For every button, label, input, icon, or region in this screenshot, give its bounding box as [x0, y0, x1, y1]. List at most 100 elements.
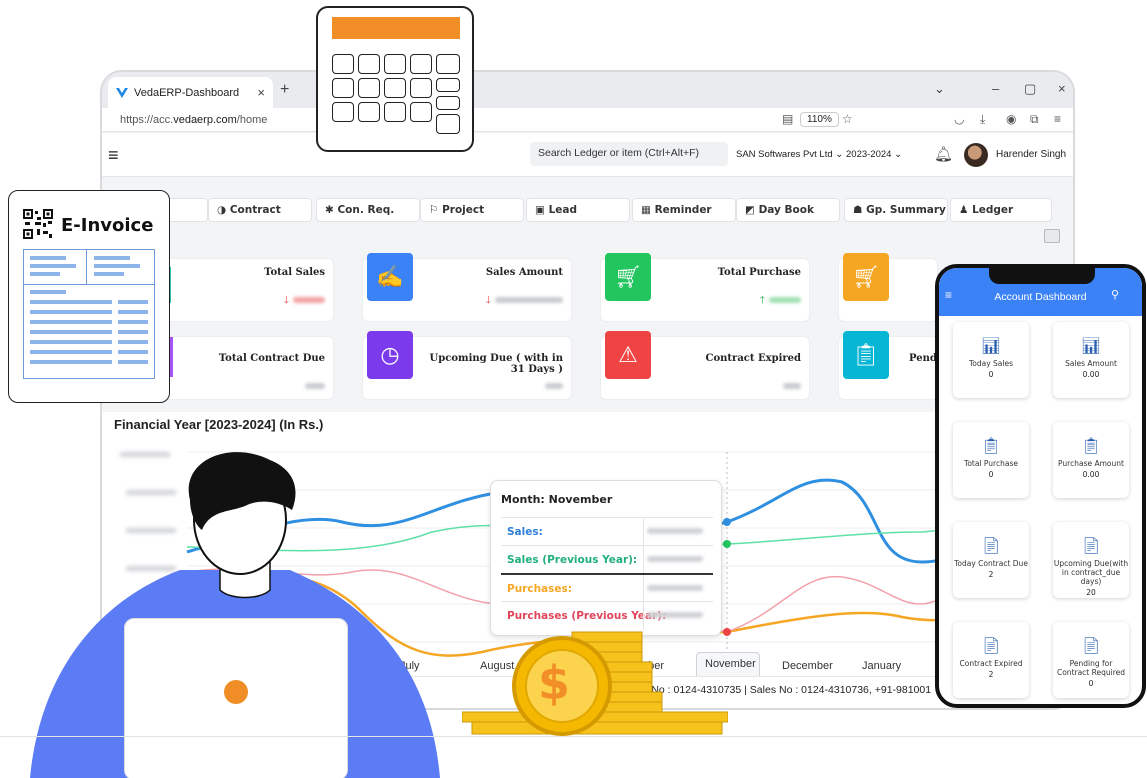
- tooltip-row-sales: Sales:: [501, 517, 713, 546]
- upcoming-due-icon: 📄︎: [1080, 536, 1102, 555]
- calculator-key: [436, 54, 460, 74]
- phone-search-icon[interactable]: ⚲: [1111, 288, 1119, 301]
- blurred-value: [545, 383, 563, 389]
- card-title: Total Sales: [264, 267, 325, 278]
- contract-expired-icon: 📄︎: [980, 636, 1002, 655]
- purchase-amount-icon: 🛒︎: [843, 253, 889, 301]
- e-invoice-title: E-Invoice: [61, 215, 154, 236]
- zoom-level[interactable]: 110%: [800, 112, 839, 127]
- minimize-button[interactable]: –: [992, 81, 999, 96]
- card-contract-expired[interactable]: ⚠ Contract Expired: [600, 331, 810, 400]
- total-purchase-icon: 📋︎: [980, 436, 1002, 455]
- calculator-key: [384, 54, 406, 74]
- card-sales-amount[interactable]: ✍ Sales Amount 🡓: [362, 253, 572, 322]
- tab-close-icon[interactable]: ×: [257, 85, 265, 100]
- calculator-key: [436, 114, 460, 134]
- chart-title: Financial Year [2023-2024] (In Rs.): [114, 417, 324, 432]
- phone-card-today-contract-due[interactable]: 📄︎ Today Contract Due 2: [953, 522, 1029, 598]
- e-invoice-illustration: E-Invoice: [8, 190, 170, 403]
- sales-amount-icon: ✍: [367, 253, 413, 301]
- search-ledger-input[interactable]: Search Ledger or item (Ctrl+Alt+F): [530, 142, 728, 166]
- purchase-cart-icon: 🛒︎: [605, 253, 651, 301]
- calculator-screen: [332, 17, 460, 39]
- tab-title: VedaERP-Dashboard: [134, 86, 240, 99]
- tab-list-dropdown-icon[interactable]: ⌄: [934, 81, 945, 97]
- phone-card-today-sales[interactable]: 📊︎ Today Sales 0: [953, 322, 1029, 398]
- qr-code-icon: [23, 209, 53, 239]
- today-sales-icon: 📊︎: [980, 336, 1002, 355]
- url-text[interactable]: https://acc.vedaerp.com/home: [120, 114, 267, 126]
- calendar-icon[interactable]: [1044, 229, 1060, 243]
- card-total-purchase[interactable]: 🛒︎ Total Purchase 🡑: [600, 253, 810, 322]
- new-tab-button[interactable]: +: [280, 81, 289, 99]
- tab-vedaerp-dashboard[interactable]: VedaERP-Dashboard ×: [108, 77, 273, 108]
- phone-header: ≡ Account Dashboard ⚲: [939, 268, 1142, 316]
- close-window-button[interactable]: ×: [1058, 81, 1066, 96]
- app-menu-icon[interactable]: ≡: [1054, 112, 1061, 126]
- notification-bell-icon[interactable]: 🔔︎: [934, 145, 953, 163]
- card-purchase-amount[interactable]: 🛒︎: [838, 253, 938, 322]
- tab-bar: VedaERP-Dashboard × + ⌄ – ▢ ×: [102, 72, 1073, 108]
- hamburger-menu-icon[interactable]: ≡: [108, 145, 119, 166]
- nav-button-gp-summary[interactable]: ☗ Gp. Summary: [844, 198, 948, 222]
- coin-stack-illustration: [462, 631, 728, 736]
- account-icon[interactable]: ◉: [1006, 112, 1016, 126]
- avatar[interactable]: [964, 143, 988, 167]
- nav-button-reminder[interactable]: ▦ Reminder: [632, 198, 736, 222]
- calculator-key: [358, 54, 380, 74]
- phone-card-contract-expired[interactable]: 📄︎ Contract Expired 2: [953, 622, 1029, 698]
- maximize-button[interactable]: ▢: [1024, 81, 1036, 97]
- card-title: Contract Expired: [705, 353, 801, 364]
- card-title: Total Purchase: [717, 267, 801, 278]
- phone-card-total-purchase[interactable]: 📋︎ Total Purchase 0: [953, 422, 1029, 498]
- calculator-illustration: [316, 6, 474, 152]
- pending-contract-icon: 📋︎: [843, 331, 889, 379]
- chart-tooltip: Month: November Sales: Sales (Previous Y…: [490, 480, 722, 636]
- phone-card-sales-amount[interactable]: 📊︎ Sales Amount 0.00: [1053, 322, 1129, 398]
- x-tick-january: January: [862, 660, 902, 672]
- calculator-key: [384, 78, 406, 98]
- trend-up-icon: 🡑: [759, 295, 765, 306]
- trend-down-icon: 🡓: [485, 295, 491, 306]
- user-name[interactable]: Harender Singh: [996, 149, 1066, 160]
- phone-mockup: ≡ Account Dashboard ⚲ 📊︎ Today Sales 0 📊︎ S…: [935, 264, 1146, 708]
- nav-button-contract[interactable]: ◑ Contract: [208, 198, 312, 222]
- sales-point: [723, 518, 731, 526]
- address-bar[interactable]: https://acc.vedaerp.com/home: [102, 108, 1073, 132]
- card-upcoming-due[interactable]: ◷ Upcoming Due ( with in 31 Days ): [362, 331, 572, 400]
- calculator-key: [358, 102, 380, 122]
- calculator-key: [332, 102, 354, 122]
- purchase-amount-icon: 📋︎: [1080, 436, 1102, 455]
- download-icon[interactable]: ⤓: [980, 112, 985, 127]
- card-title: Sales Amount: [485, 267, 563, 278]
- calculator-key: [410, 54, 432, 74]
- phone-notch: [989, 268, 1095, 284]
- trend-down-icon: 🡓: [283, 295, 289, 306]
- company-select[interactable]: SAN Softwares Pvt Ltd ⌄: [736, 149, 843, 160]
- tooltip-row-purchases: Purchases:: [501, 573, 713, 603]
- nav-button-con-req[interactable]: ✱ Con. Req.: [316, 198, 420, 222]
- card-title: Upcoming Due ( with in 31 Days ): [429, 353, 563, 375]
- pending-contract-icon: 📄︎: [1080, 636, 1102, 655]
- calculator-key: [436, 96, 460, 110]
- nav-button-lead[interactable]: ▣ Lead: [526, 198, 630, 222]
- card-title: Total Contract Due: [218, 353, 325, 364]
- extensions-icon[interactable]: ⧉: [1030, 112, 1039, 127]
- sales-previous-year-point: [723, 540, 731, 548]
- vedaerp-logo-icon: [116, 87, 128, 98]
- contract-expired-icon: ⚠: [605, 331, 651, 379]
- phone-card-upcoming-due[interactable]: 📄︎ Upcoming Due(with in contract_due days…: [1053, 522, 1129, 598]
- calculator-key: [410, 78, 432, 98]
- financial-year-select[interactable]: 2023-2024 ⌄: [846, 149, 902, 160]
- blurred-value: [769, 297, 801, 303]
- nav-button-day-book[interactable]: ◩ Day Book: [736, 198, 840, 222]
- phone-card-purchase-amount[interactable]: 📋︎ Purchase Amount 0.00: [1053, 422, 1129, 498]
- card-pending[interactable]: 📋︎ Pendi: [838, 331, 941, 400]
- nav-button-project[interactable]: ⚐ Project: [420, 198, 524, 222]
- blurred-value: [783, 383, 801, 389]
- reader-view-icon[interactable]: ▤: [782, 112, 793, 126]
- bookmark-star-icon[interactable]: ☆: [842, 112, 853, 126]
- nav-button-ledger[interactable]: ♟ Ledger: [950, 198, 1052, 222]
- pocket-icon[interactable]: ◡: [954, 112, 964, 126]
- phone-card-pending-contract[interactable]: 📄︎ Pending for Contract Required 0: [1053, 622, 1129, 698]
